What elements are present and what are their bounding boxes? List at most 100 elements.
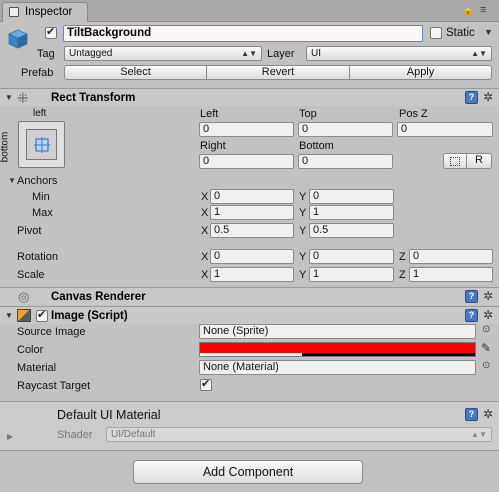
tag-dropdown[interactable]: Untagged ▲▼ (64, 46, 262, 61)
prefab-revert-button[interactable]: Revert (207, 65, 350, 80)
rotation-x-field[interactable]: 0 (210, 249, 294, 264)
color-alpha-fill (200, 353, 302, 356)
canvas-renderer-icon: ◎ (18, 289, 30, 304)
max-y-field[interactable]: 1 (309, 205, 394, 220)
image-enabled-checkbox[interactable]: ✔ (36, 309, 48, 322)
rect-transform-icon: ⁜ (17, 90, 29, 106)
material-label: Material (17, 362, 57, 374)
layer-label: Layer (267, 48, 295, 60)
rotation-z-field[interactable]: 0 (409, 249, 493, 264)
pivot-y-field[interactable]: 0.5 (309, 223, 394, 238)
foldout-arrow-icon: ▼ (5, 93, 13, 102)
help-icon[interactable]: ? (465, 309, 478, 322)
gear-icon[interactable]: ✲ (483, 91, 493, 104)
chevron-down-icon: ▲▼ (241, 49, 257, 58)
help-icon[interactable]: ? (465, 408, 478, 421)
menu-icon[interactable]: ≡ (480, 4, 486, 16)
color-alpha-bar (200, 353, 475, 356)
max-x-axis: X (201, 207, 209, 219)
help-icon[interactable]: ? (465, 290, 478, 303)
source-image-field[interactable]: None (Sprite) (199, 324, 476, 339)
prefab-select-button[interactable]: Select (64, 65, 207, 80)
foldout-arrow-icon[interactable]: ▶ (7, 431, 13, 443)
source-image-label: Source Image (17, 326, 86, 338)
material-title: Default UI Material (57, 408, 161, 422)
shader-label: Shader (57, 429, 93, 441)
static-checkbox[interactable] (430, 27, 442, 39)
raw-edit-button[interactable]: R (467, 153, 492, 169)
pivot-x-field[interactable]: 0.5 (210, 223, 294, 238)
min-x-field[interactable]: 0 (210, 189, 294, 204)
anchor-top-label: left (33, 108, 47, 119)
rotation-y-field[interactable]: 0 (309, 249, 394, 264)
chevron-down-icon: ▲▼ (471, 430, 487, 439)
canvas-renderer-title: Canvas Renderer (51, 291, 146, 303)
anchor-side-label: bottom (0, 131, 11, 163)
anchors-foldout-icon[interactable]: ▼ (8, 175, 16, 187)
inspector-icon (9, 7, 19, 17)
rect-transform-title: Rect Transform (51, 92, 136, 104)
anchors-label: Anchors (17, 175, 58, 187)
check-icon: ✔ (37, 309, 47, 321)
material-field[interactable]: None (Material) (199, 360, 476, 375)
image-script-title: Image (Script) (51, 310, 128, 322)
help-icon[interactable]: ? (465, 91, 478, 104)
eyedropper-icon[interactable]: ✎ (481, 341, 491, 355)
image-script-header[interactable]: ▼ ✔ Image (Script) ? ✲ (0, 306, 499, 324)
prefab-label: Prefab (21, 67, 54, 79)
gameobject-icon (7, 28, 29, 50)
shader-dropdown[interactable]: UI/Default ▲▼ (106, 427, 492, 442)
right-field[interactable]: 0 (199, 154, 294, 169)
gear-icon[interactable]: ✲ (483, 408, 493, 421)
object-picker-icon[interactable]: ⊙ (482, 324, 490, 335)
object-name-field[interactable]: TiltBackground (63, 25, 423, 42)
min-label: Min (32, 191, 50, 203)
gear-icon[interactable]: ✲ (483, 290, 493, 303)
tag-value: Untagged (69, 48, 113, 59)
layer-value: UI (311, 48, 321, 59)
layer-dropdown[interactable]: UI ▲▼ (306, 46, 492, 61)
blueprint-mode-button[interactable] (443, 153, 467, 169)
scale-label: Scale (17, 269, 45, 281)
check-icon: ✔ (46, 26, 56, 38)
active-checkbox[interactable]: ✔ (45, 26, 57, 39)
rect-transform-header[interactable]: ▼ ⁜ Rect Transform ? ✲ (0, 88, 499, 106)
add-component-button[interactable]: Add Component (133, 460, 363, 484)
prefab-apply-button[interactable]: Apply (350, 65, 492, 80)
image-component-icon (17, 309, 31, 322)
color-label: Color (17, 344, 44, 356)
scale-x-axis: X (201, 269, 209, 281)
left-field[interactable]: 0 (199, 122, 294, 137)
static-dropdown-arrow[interactable]: ▼ (484, 27, 493, 37)
bottom-header: Bottom (299, 140, 334, 152)
posz-header: Pos Z (399, 108, 428, 120)
lock-icon[interactable]: 🔒 (462, 5, 474, 16)
tab-inspector[interactable]: Inspector (2, 2, 88, 22)
max-label: Max (32, 207, 53, 219)
raycast-target-checkbox[interactable]: ✔ (200, 378, 212, 391)
gear-icon[interactable]: ✲ (483, 309, 493, 322)
max-x-field[interactable]: 1 (210, 205, 294, 220)
posz-field[interactable]: 0 (397, 122, 493, 137)
anchor-stretch-icon (34, 137, 50, 153)
rotation-x-axis: X (201, 251, 209, 263)
color-field[interactable] (199, 342, 476, 357)
scale-z-field[interactable]: 1 (409, 267, 493, 282)
object-picker-icon[interactable]: ⊙ (482, 360, 490, 371)
raycast-target-label: Raycast Target (17, 380, 91, 392)
top-field[interactable]: 0 (298, 122, 393, 137)
left-header: Left (200, 108, 219, 120)
canvas-renderer-header[interactable]: ◎ Canvas Renderer ? ✲ (0, 287, 499, 305)
min-y-axis: Y (299, 191, 307, 203)
right-header: Right (200, 140, 226, 152)
anchor-presets-button[interactable] (18, 121, 65, 168)
tag-label: Tag (37, 48, 55, 60)
foldout-arrow-icon: ▼ (5, 311, 13, 320)
static-label: Static (446, 27, 475, 39)
tab-label: Inspector (25, 6, 73, 18)
scale-y-field[interactable]: 1 (309, 267, 394, 282)
rotation-y-axis: Y (299, 251, 307, 263)
min-y-field[interactable]: 0 (309, 189, 394, 204)
bottom-field[interactable]: 0 (298, 154, 393, 169)
scale-x-field[interactable]: 1 (210, 267, 294, 282)
